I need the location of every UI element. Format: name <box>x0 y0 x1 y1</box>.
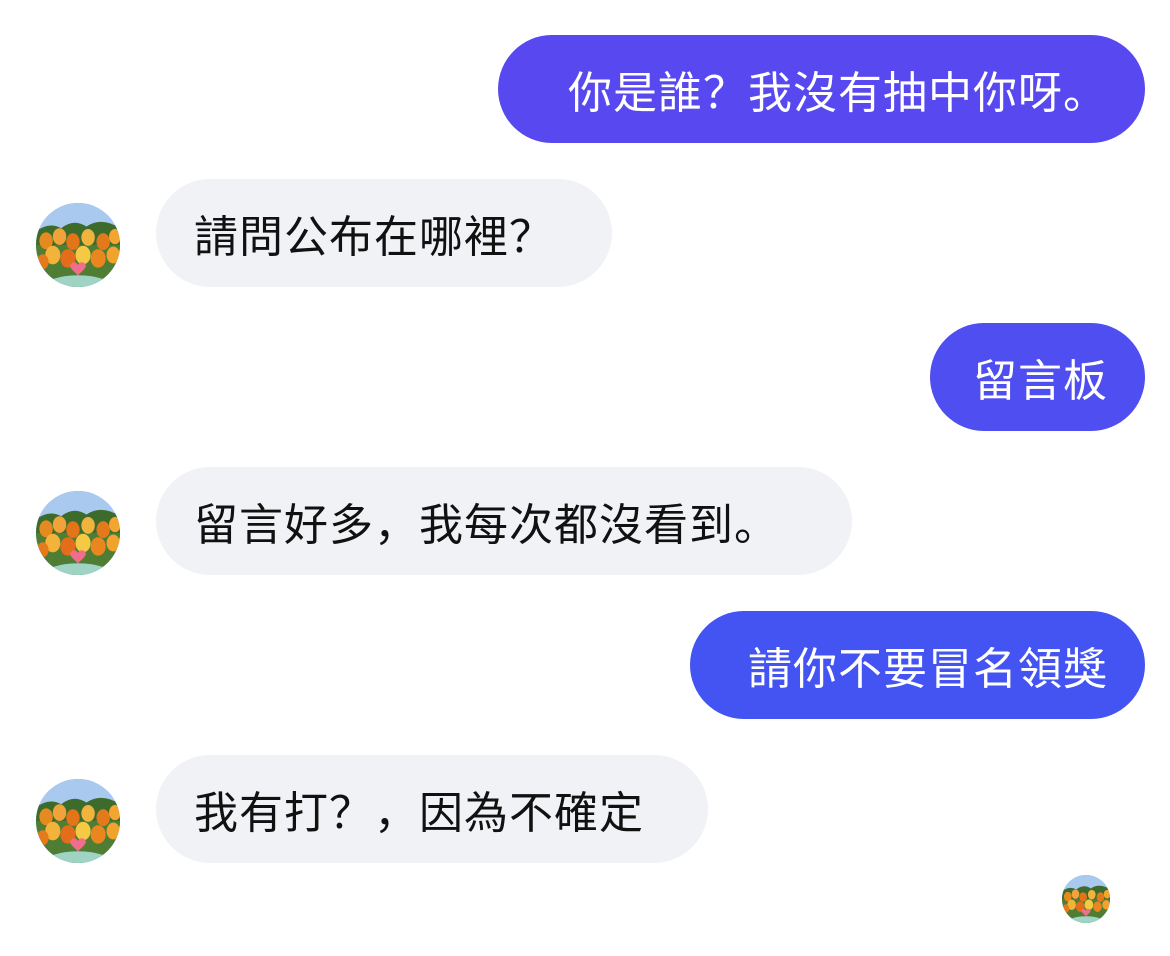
sender-avatar[interactable] <box>36 203 120 287</box>
sent-message-bubble[interactable]: 請你不要冒名領獎 <box>690 611 1145 719</box>
sent-message-bubble[interactable]: 留言板 <box>930 323 1145 431</box>
tulip-avatar-icon <box>36 203 120 287</box>
tulip-avatar-icon <box>36 491 120 575</box>
message-text: 你是誰？我沒有抽中你呀。 <box>568 68 1108 119</box>
tulip-avatar-icon <box>1062 875 1110 923</box>
received-message-bubble[interactable]: 留言好多，我每次都沒看到。 <box>156 467 852 575</box>
received-message-bubble[interactable]: 請問公布在哪裡？ <box>156 179 612 287</box>
sent-message-bubble[interactable]: 你是誰？我沒有抽中你呀。 <box>498 35 1145 143</box>
message-text: 留言板 <box>973 356 1108 407</box>
message-text: 請問公布在哪裡？ <box>194 212 554 263</box>
sender-avatar[interactable] <box>36 779 120 863</box>
read-receipt-avatar <box>1062 875 1110 923</box>
sender-avatar[interactable] <box>36 491 120 575</box>
message-text: 請你不要冒名領獎 <box>748 644 1108 695</box>
received-message-bubble[interactable]: 我有打？，因為不確定 <box>156 755 708 863</box>
message-text: 留言好多，我每次都沒看到。 <box>194 500 779 551</box>
tulip-avatar-icon <box>36 779 120 863</box>
message-text: 我有打？，因為不確定 <box>194 788 644 839</box>
